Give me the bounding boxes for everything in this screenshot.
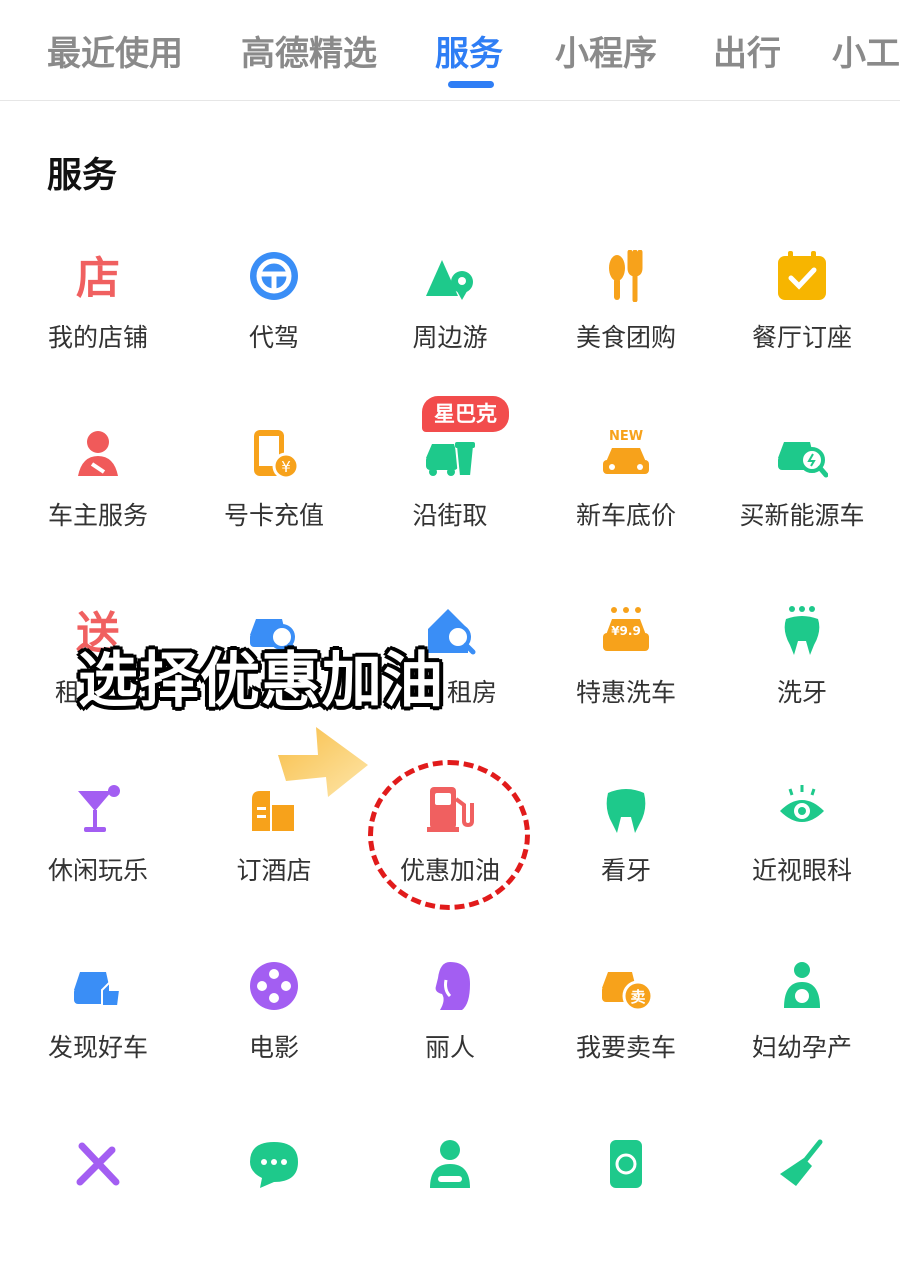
tab-services[interactable]: 服务 xyxy=(435,26,503,75)
service-label: 新车底价 xyxy=(575,501,676,530)
ev-car-search-icon xyxy=(778,442,828,478)
service-label: 号卡充值 xyxy=(223,501,324,530)
svg-text:店: 店 xyxy=(76,253,120,302)
tab-tools[interactable]: 小工 xyxy=(832,26,900,75)
fork-spoon-icon xyxy=(609,250,643,302)
service-restaurant-booking[interactable]: 餐厅订座 xyxy=(714,250,890,400)
service-label: 车主服务 xyxy=(47,501,148,530)
service-maternity[interactable]: 妇幼孕产 xyxy=(714,960,890,1110)
tab-travel[interactable]: 出行 xyxy=(713,26,781,75)
svg-text:卖: 卖 xyxy=(630,988,645,1006)
service-nearby-tour[interactable]: 周边游 xyxy=(362,250,538,400)
phone-recycle-icon xyxy=(610,1140,642,1188)
service-label: 我要卖车 xyxy=(575,1033,676,1062)
car-thumbs-up-icon xyxy=(74,972,122,1007)
chat-bubble-icon xyxy=(250,1142,298,1188)
service-label: 代驾 xyxy=(248,323,299,352)
service-label: 妇幼孕产 xyxy=(751,1033,852,1062)
service-sell-car[interactable]: 卖 我要卖车 xyxy=(538,960,714,1110)
service-repair[interactable] xyxy=(10,1138,186,1288)
sell-car-icon: 卖 xyxy=(602,972,652,1012)
service-label: 美食团购 xyxy=(575,323,676,352)
service-movie[interactable]: 电影 xyxy=(186,960,362,1110)
tab-featured[interactable]: 高德精选 xyxy=(241,26,377,75)
service-label: 买新能源车 xyxy=(739,501,865,530)
highlight-circle xyxy=(368,760,530,910)
steering-wheel-icon xyxy=(250,252,298,300)
service-label: 订酒店 xyxy=(236,856,312,885)
car-cup-icon xyxy=(426,442,476,477)
service-label: 休闲玩乐 xyxy=(47,856,148,885)
service-food-deals[interactable]: 美食团购 xyxy=(538,250,714,400)
service-driver[interactable] xyxy=(362,1138,538,1288)
car-wash-icon: ¥9.9 xyxy=(603,607,649,651)
service-dentist[interactable]: 看牙 xyxy=(538,783,714,933)
service-cleaning[interactable] xyxy=(714,1138,890,1288)
service-designated-driver[interactable]: 代驾 xyxy=(186,250,362,400)
service-curbside-pickup[interactable]: 沿街取 xyxy=(362,428,538,578)
section-title: 服务 xyxy=(47,156,118,196)
service-label: 看牙 xyxy=(600,856,651,885)
mother-baby-icon xyxy=(784,962,820,1008)
pointer-arrow-icon xyxy=(278,727,368,797)
phone-card-icon: ¥ xyxy=(254,430,300,480)
service-ophthalmology[interactable]: 近视眼科 xyxy=(714,783,890,933)
service-teeth-cleaning[interactable]: 洗牙 xyxy=(714,605,890,755)
woman-profile-icon xyxy=(435,962,470,1010)
service-label: 丽人 xyxy=(424,1033,475,1062)
service-my-store[interactable]: 店 我的店铺 xyxy=(10,250,186,400)
service-beauty[interactable]: 丽人 xyxy=(362,960,538,1110)
driver-icon xyxy=(78,431,118,476)
active-tab-indicator xyxy=(448,81,494,88)
service-label: 租房 xyxy=(447,678,498,707)
service-label: 发现好车 xyxy=(47,1033,148,1062)
svg-text:¥9.9: ¥9.9 xyxy=(611,624,641,638)
service-label: 餐厅订座 xyxy=(751,323,852,352)
svg-text:NEW: NEW xyxy=(609,429,643,444)
service-buy-ev[interactable]: 买新能源车 xyxy=(714,428,890,578)
service-label: 洗牙 xyxy=(776,678,827,707)
broom-icon xyxy=(780,1139,823,1186)
eye-icon xyxy=(780,785,824,822)
service-label: 租 xyxy=(55,678,81,707)
service-car-wash[interactable]: ¥9.9 特惠洗车 xyxy=(538,605,714,755)
svg-text:¥: ¥ xyxy=(281,458,291,476)
service-find-good-car[interactable]: 发现好车 xyxy=(10,960,186,1110)
service-new-car-price[interactable]: NEW 新车底价 xyxy=(538,428,714,578)
service-label: 特惠洗车 xyxy=(575,678,676,707)
tooth-icon xyxy=(606,789,646,833)
service-phone-recycle[interactable] xyxy=(538,1138,714,1288)
service-leisure[interactable]: 休闲玩乐 xyxy=(10,783,186,933)
service-car-owner[interactable]: 车主服务 xyxy=(10,428,186,578)
mountain-pin-icon xyxy=(426,260,473,300)
service-label: 电影 xyxy=(248,1033,299,1062)
tab-recent[interactable]: 最近使用 xyxy=(47,26,183,75)
store-icon: 店 xyxy=(76,253,120,302)
service-label: 周边游 xyxy=(412,323,488,352)
tools-icon xyxy=(76,1142,120,1186)
film-reel-icon xyxy=(250,962,298,1010)
instruction-caption: 选择优惠加油 xyxy=(78,646,444,716)
category-tabs: 最近使用 高德精选 服务 小程序 出行 小工 xyxy=(0,0,900,101)
cocktail-icon xyxy=(78,785,120,832)
service-label: 我的店铺 xyxy=(47,323,148,352)
calendar-check-icon xyxy=(778,251,826,300)
tab-mini-programs[interactable]: 小程序 xyxy=(555,26,657,75)
tooth-drops-icon xyxy=(784,606,820,655)
service-label: 沿街取 xyxy=(412,501,488,530)
service-chat[interactable] xyxy=(186,1138,362,1288)
new-car-icon: NEW xyxy=(603,429,649,474)
service-phone-topup[interactable]: ¥ 号卡充值 xyxy=(186,428,362,578)
driver-seat-icon xyxy=(430,1140,470,1188)
starbucks-badge: 星巴克 xyxy=(422,396,509,432)
service-label: 近视眼科 xyxy=(751,856,852,885)
